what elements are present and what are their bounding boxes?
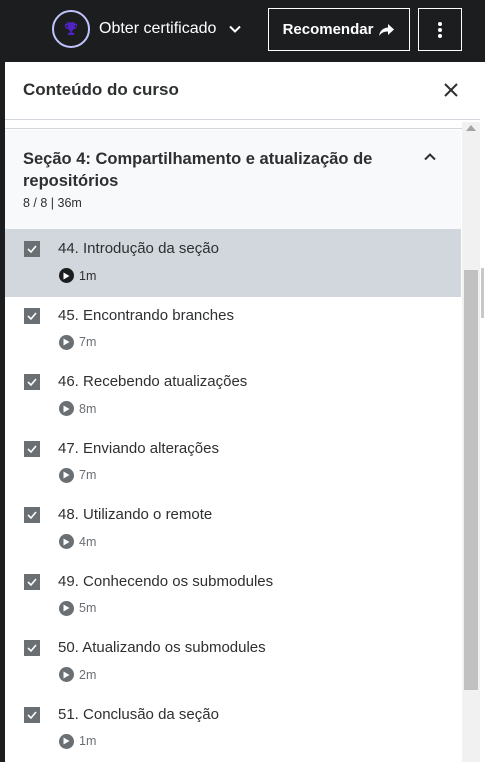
page-scrollbar-thumb[interactable] [481,268,484,318]
checkbox-checked-icon[interactable] [24,241,40,257]
lesson-item[interactable]: 47. Enviando alterações 7m [5,430,461,497]
duration-text: 1m [79,734,97,748]
lesson-title: 49. Conhecendo os submodules [58,572,274,590]
panel-divider [5,121,480,129]
checkbox-checked-icon[interactable] [24,706,40,723]
chevron-down-icon [228,22,242,36]
lesson-duration: 1m [59,268,96,283]
page-edge [480,62,485,762]
play-icon [59,334,74,350]
duration-text: 8m [79,401,97,416]
checkbox-checked-icon[interactable] [24,374,40,390]
lesson-duration: 5m [59,600,97,616]
play-icon [59,401,74,416]
trophy-badge [52,10,90,48]
duration-text: 1m [79,268,97,283]
lesson-duration: 4m [59,534,96,549]
section-title: Seção 4: Compartilhamento e atualização … [23,150,373,190]
play-icon [59,667,74,682]
lesson-item[interactable]: 48. Utilizando o remote 4m [5,496,461,563]
lesson-duration: 1m [59,733,97,749]
get-certificate-button[interactable]: Obter certificado [52,9,242,49]
duration-text: 7m [79,335,97,349]
section-meta: 8 / 8 | 36m [23,196,82,210]
lesson-duration: 8m [59,401,96,416]
lesson-item[interactable]: 45. Encontrando branches 7m [5,297,461,364]
more-options-button[interactable] [418,8,462,51]
trophy-icon [65,22,77,35]
lesson-title: 44. Introdução da seção [58,240,219,257]
checkbox-checked-icon[interactable] [24,440,40,457]
recommend-button[interactable]: Recomendar [268,8,410,51]
more-vertical-icon [438,21,442,38]
duration-text: 4m [79,534,97,549]
close-icon [444,83,458,97]
course-content-panel: Conteúdo do curso Seção 4: Compartilhame… [5,62,480,762]
recommend-label: Recomendar [282,21,374,38]
lesson-title: 45. Encontrando branches [58,306,234,324]
scroll-up-arrow-icon[interactable] [466,125,476,131]
chevron-up-icon [423,150,437,164]
lesson-title: 47. Enviando alterações [58,439,219,457]
checkbox-checked-icon[interactable] [24,507,40,523]
section-header[interactable]: Seção 4: Compartilhamento e atualização … [5,130,461,230]
duration-text: 5m [79,601,97,615]
play-icon [59,534,74,549]
duration-text: 2m [79,667,97,682]
play-icon [59,268,74,283]
lesson-title: 48. Utilizando o remote [58,506,213,523]
lesson-item[interactable]: 50. Atualizando os submodules 2m [5,629,461,696]
checkbox-checked-icon[interactable] [24,573,40,590]
top-bar: Obter certificado Recomendar [0,0,485,60]
checkbox-checked-icon[interactable] [24,640,40,656]
lesson-list: 44. Introdução da seção 1m 45. Encontran… [5,230,461,762]
certificate-label: Obter certificado [99,20,217,37]
lesson-duration: 2m [59,667,96,682]
lesson-title: 51. Conclusão da seção [58,705,219,723]
lesson-item[interactable]: 51. Conclusão da seção 1m [5,696,461,762]
lesson-item[interactable]: 49. Conhecendo os submodules 5m [5,563,461,630]
share-arrow-icon [378,23,395,37]
duration-text: 7m [79,468,97,482]
play-icon [59,600,74,616]
checkbox-checked-icon[interactable] [24,307,40,324]
lesson-title: 50. Atualizando os submodules [58,639,266,656]
lesson-duration: 7m [59,467,97,483]
lesson-title: 46. Recebendo atualizações [58,373,248,390]
play-icon [59,733,74,749]
panel-header: Conteúdo do curso [5,62,480,120]
lesson-duration: 7m [59,334,97,350]
scrollbar-thumb[interactable] [464,270,478,690]
close-button[interactable] [439,78,463,102]
play-icon [59,467,74,483]
lesson-item[interactable]: 46. Recebendo atualizações 8m [5,363,461,430]
panel-title: Conteúdo do curso [23,80,179,99]
lesson-item[interactable]: 44. Introdução da seção 1m [5,230,461,297]
